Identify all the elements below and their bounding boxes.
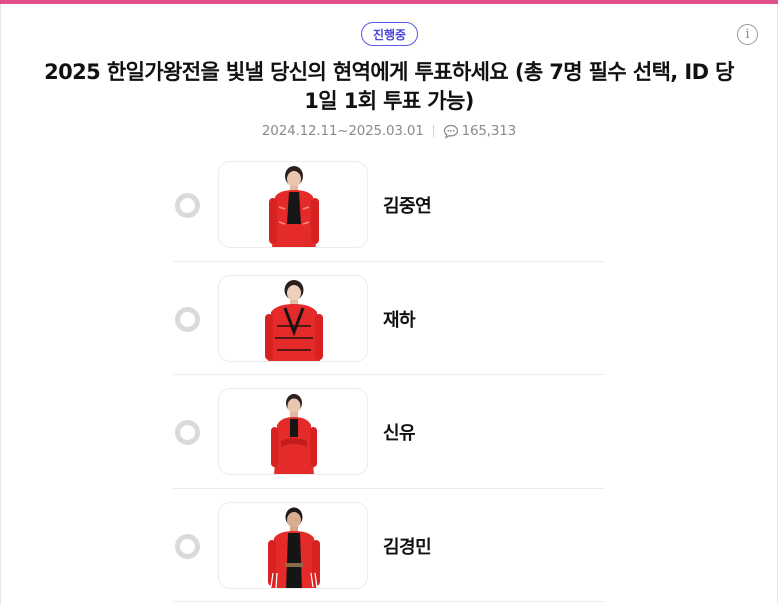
comment-count: 165,313 xyxy=(461,123,517,139)
candidate-item[interactable]: 신유 xyxy=(173,375,605,489)
radio-button[interactable] xyxy=(175,306,200,332)
vote-meta: 2024.12.11~2025.03.01 165,313 xyxy=(0,122,778,140)
candidate-photo xyxy=(218,274,368,362)
candidate-item[interactable]: 김중연 xyxy=(173,148,605,262)
candidate-photo xyxy=(218,501,368,589)
radio-button[interactable] xyxy=(175,533,200,559)
candidate-name: 재하 xyxy=(383,309,416,331)
candidate-name: 김중연 xyxy=(383,196,432,217)
radio-button[interactable] xyxy=(175,420,200,445)
candidate-name: 김경민 xyxy=(383,536,432,558)
candidate-photo xyxy=(218,161,368,248)
candidate-name: 신유 xyxy=(383,423,416,444)
candidate-list: 김중연 재하 신유 김경민 xyxy=(173,148,605,602)
meta-divider xyxy=(432,125,434,137)
page-title: 2025 한일가왕전을 빛낼 당신의 현역에게 투표하세요 (총 7명 필수 선… xyxy=(44,60,734,113)
radio-button[interactable] xyxy=(175,193,200,218)
status-badge: 진행중 xyxy=(361,22,418,46)
candidate-item[interactable]: 김경민 xyxy=(173,489,605,602)
candidate-item[interactable]: 재하 xyxy=(173,262,605,375)
vote-period: 2024.12.11~2025.03.01 xyxy=(261,123,424,139)
info-icon[interactable]: i xyxy=(737,24,758,45)
speech-bubble-icon xyxy=(443,124,458,139)
top-accent-bar xyxy=(0,0,778,4)
candidate-photo xyxy=(218,388,368,475)
frame-border-left xyxy=(0,4,1,604)
